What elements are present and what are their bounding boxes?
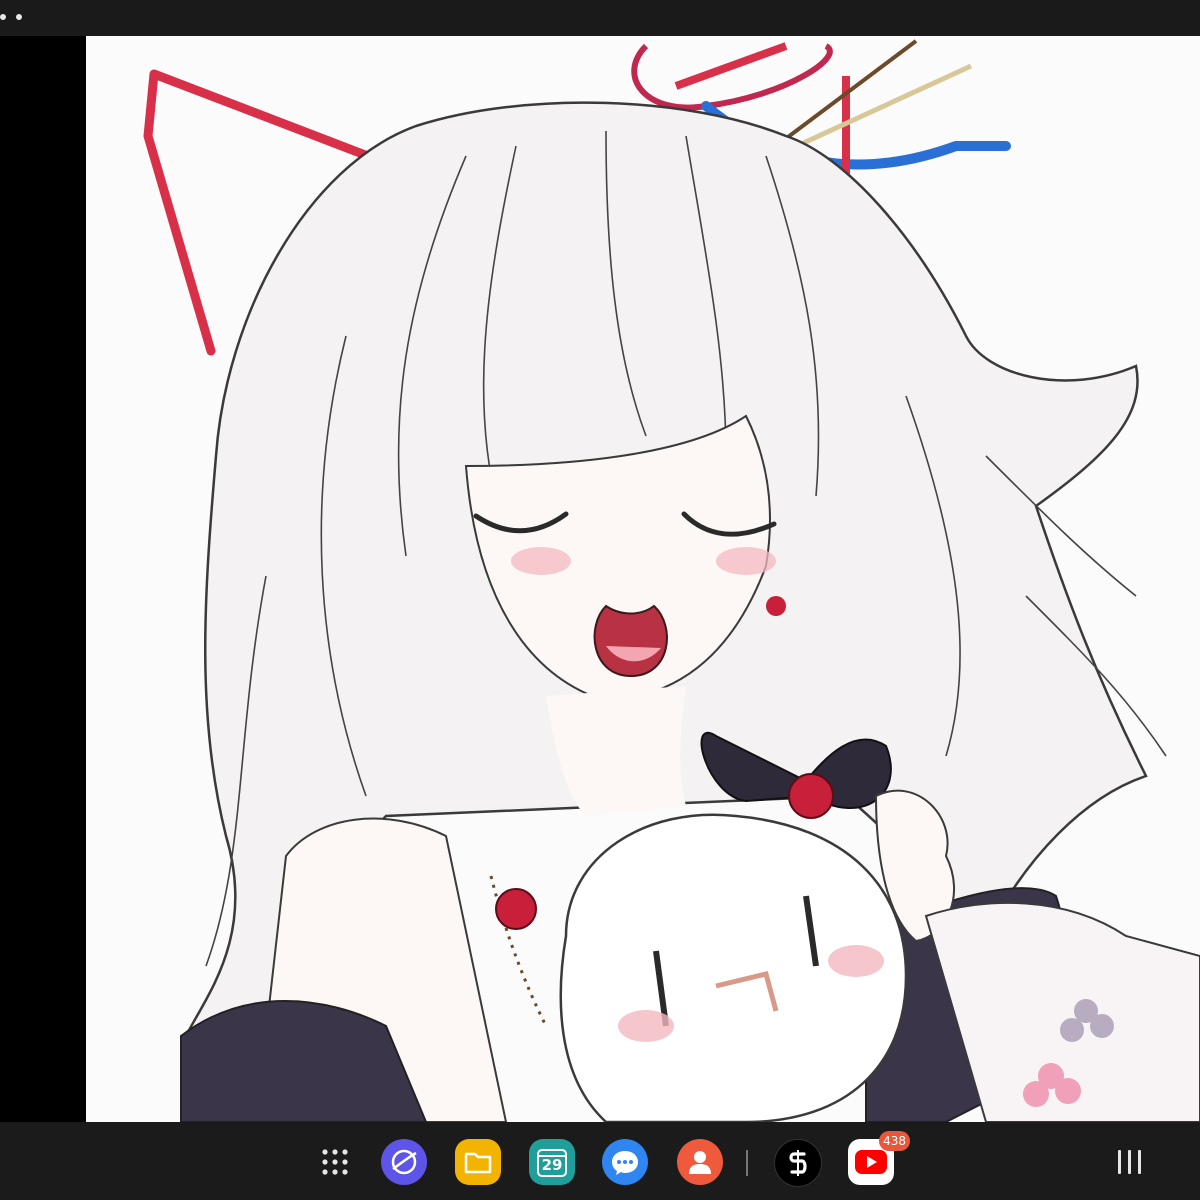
calendar-icon[interactable]: 29 [529,1139,575,1185]
browser-icon[interactable] [381,1139,427,1185]
contact-icon[interactable] [677,1139,723,1185]
notification-badge: 438 [879,1131,910,1151]
s-icon[interactable] [774,1139,822,1187]
left-letterbox [0,36,86,1122]
status-dot [0,14,6,20]
dock-divider [746,1150,748,1176]
folder-icon[interactable] [455,1139,501,1185]
recents-button[interactable] [1118,1150,1144,1174]
apps-grid-icon[interactable] [312,1139,358,1185]
status-bar [0,0,1200,36]
youtube-icon[interactable]: 438 [848,1131,910,1185]
artwork-image [86,36,1200,1122]
taskbar: 29 438 [0,1122,1200,1200]
status-dot [16,14,22,20]
chat-icon[interactable] [602,1139,648,1185]
anime-girl-illustration [86,36,1200,1122]
